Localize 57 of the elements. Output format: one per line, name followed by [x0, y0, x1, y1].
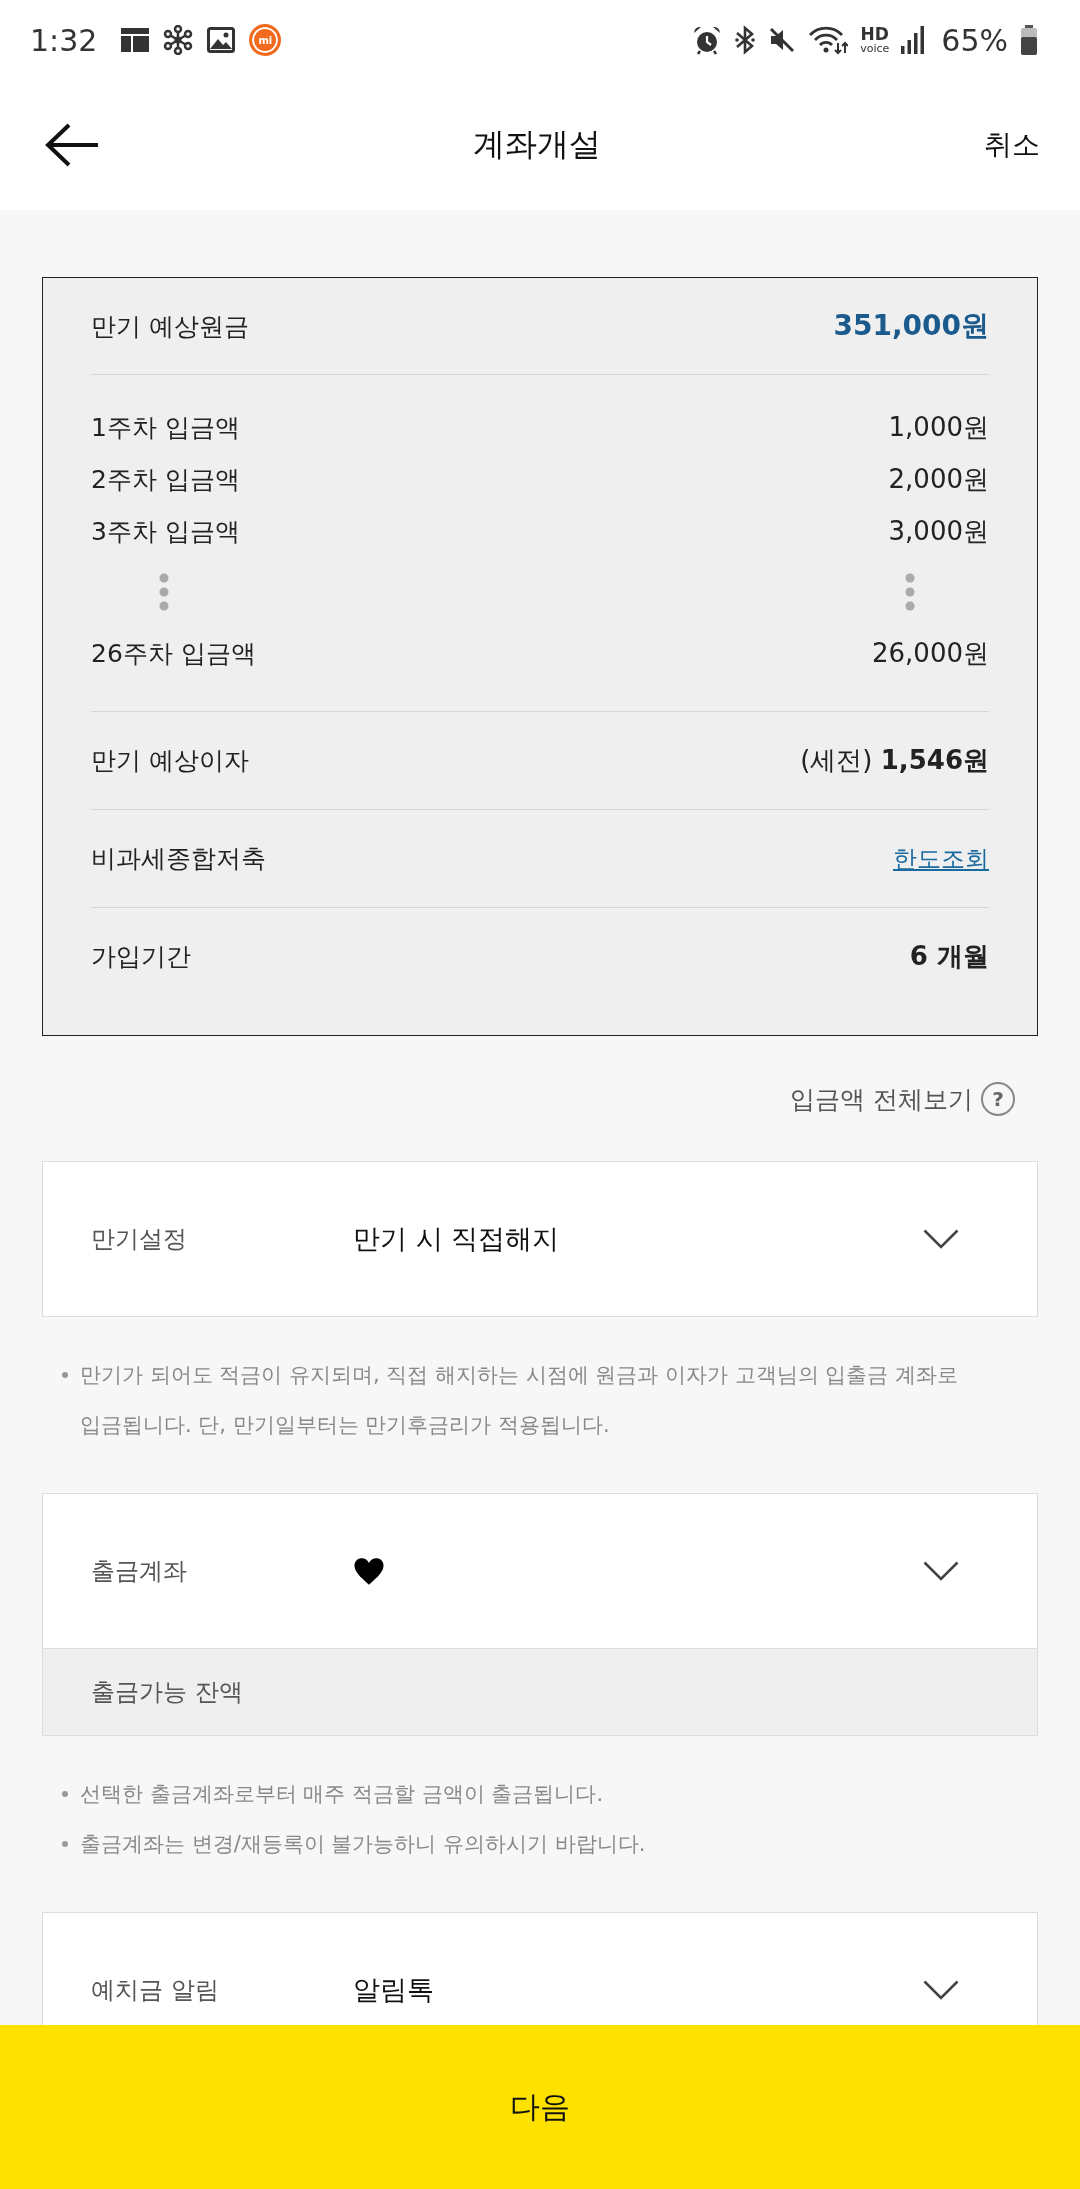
bluetooth-icon [734, 25, 757, 55]
principal-value: 351,000원 [833, 308, 989, 344]
layout-icon [121, 28, 150, 52]
help-button[interactable]: ? [981, 1082, 1015, 1116]
battery-percent: 65% [941, 22, 1008, 58]
tax-free-label: 비과세종합저축 [91, 843, 266, 875]
signal-icon [901, 26, 926, 54]
principal-label: 만기 예상원금 [91, 310, 249, 343]
chevron-down-icon [923, 1229, 959, 1249]
chevron-down-icon [923, 1561, 959, 1581]
status-time: 1:32 [30, 22, 98, 58]
image-icon [207, 27, 236, 53]
note-text: 출금계좌는 변경/재등록이 불가능하니 유의하시기 바랍니다. [80, 1831, 646, 1858]
cancel-button[interactable]: 취소 [984, 126, 1040, 164]
field-label: 출금계좌 [91, 1556, 187, 1587]
deposit-amount: 3,000원 [888, 514, 989, 548]
next-button[interactable]: 다음 [0, 2025, 1080, 2189]
field-value: 만기 시 직접해지 [353, 1222, 560, 1256]
deposit-amount: 2,000원 [888, 462, 989, 496]
period-value: 6 개월 [909, 940, 989, 973]
app-logo-icon: mi [249, 24, 282, 56]
deposit-amount: 1,000원 [888, 410, 989, 444]
heart-icon [353, 1556, 385, 1586]
deposit-amount: 26,000원 [872, 636, 989, 670]
mute-icon [768, 26, 797, 54]
interest-value: (세전) 1,546원 [800, 744, 989, 777]
field-label: 예치금 알림 [91, 1975, 219, 2006]
limit-inquiry-link[interactable]: 한도조회 [893, 842, 989, 875]
balance-label: 출금가능 잔액 [91, 1677, 243, 1708]
chevron-down-icon [923, 1980, 959, 2000]
bullet-icon [62, 1372, 68, 1378]
alarm-clock-icon [692, 25, 723, 55]
voice-label: voice [860, 43, 890, 54]
bullet-icon [62, 1841, 68, 1847]
deposit-label: 3주차 입금액 [91, 515, 240, 548]
deposit-label: 26주차 입금액 [91, 637, 256, 670]
hd-label: HD [860, 26, 889, 43]
interest-label: 만기 예상이자 [91, 745, 249, 777]
battery-icon [1020, 25, 1038, 55]
note-text: 만기가 되어도 적금이 유지되며, 직접 해지하는 시점에 원금과 이자가 고객님의 입출금 계좌로 입금됩니다. 단, 만기일부터는 만기후금리가 적용됩니다. [80, 1362, 960, 1439]
note-text: 선택한 출금계좌로부터 매주 적금할 금액이 출금됩니다. [80, 1781, 604, 1808]
nodes-icon [163, 25, 194, 55]
vertical-ellipsis-icon [905, 573, 915, 611]
select-field[interactable]: 예치금 알림 알림톡 [42, 1912, 1038, 2025]
wifi-icon [808, 25, 849, 55]
deposit-label: 2주차 입금액 [91, 463, 240, 496]
back-arrow-icon [44, 123, 100, 167]
deposit-label: 1주차 입금액 [91, 411, 240, 444]
page-title: 계좌개설 [473, 124, 601, 165]
period-label: 가입기간 [91, 941, 191, 973]
select-field[interactable]: 만기설정 만기 시 직접해지 [42, 1161, 1038, 1317]
vertical-ellipsis-icon [159, 573, 169, 611]
bullet-icon [62, 1791, 68, 1797]
view-all-link[interactable]: 입금액 전체보기 [790, 1082, 973, 1116]
field-label: 만기설정 [91, 1224, 187, 1255]
field-value: 알림톡 [353, 1973, 434, 2007]
select-field[interactable]: 출금계좌 출금가능 잔액 [42, 1493, 1038, 1736]
